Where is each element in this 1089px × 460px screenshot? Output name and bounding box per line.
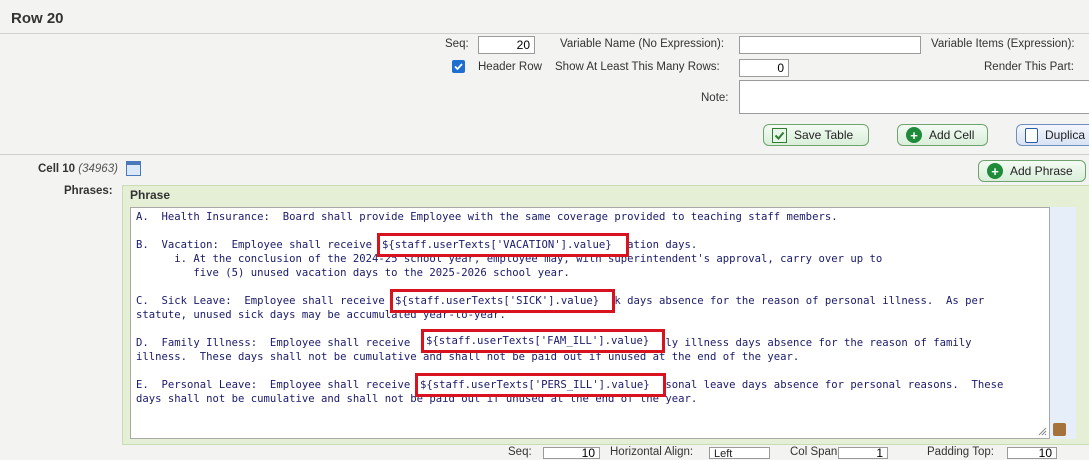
note-label: Note:: [701, 92, 729, 104]
bottom-seq-label: Seq:: [508, 446, 532, 458]
phrase-e-before: E. Personal Leave: Employee shall receiv…: [136, 379, 411, 391]
package-icon[interactable]: [1053, 423, 1066, 436]
show-rows-label: Show At Least This Many Rows:: [555, 61, 720, 73]
halign-select[interactable]: Left: [709, 447, 770, 460]
add-phrase-button[interactable]: + Add Phrase: [978, 160, 1086, 182]
seq-label: Seq:: [445, 38, 469, 50]
phrase-line-a: A. Health Insurance: Board shall provide…: [136, 211, 838, 223]
note-input[interactable]: [739, 80, 1089, 114]
section-divider: [0, 154, 1089, 155]
phrase-c-after: sick days absence for the reason of pers…: [588, 295, 985, 307]
duplicate-icon: [1025, 127, 1038, 143]
variable-items-label: Variable Items (Expression):: [931, 38, 1075, 50]
duplicate-label: Duplica: [1045, 128, 1086, 142]
phrase-c-before: C. Sick Leave: Employee shall receive: [136, 295, 385, 307]
add-cell-button[interactable]: + Add Cell: [897, 124, 988, 146]
add-phrase-label: Add Phrase: [1010, 164, 1073, 178]
show-rows-input[interactable]: [739, 59, 789, 77]
colspan-input[interactable]: [838, 447, 888, 459]
cell-label: Cell 10: [38, 163, 76, 175]
padding-top-input[interactable]: [1007, 447, 1057, 459]
header-row-label: Header Row: [478, 61, 542, 73]
phrase-e-after: personal leave days absence for personal…: [639, 379, 1004, 391]
checkmark-icon: [454, 63, 463, 71]
render-part-label: Render This Part:: [984, 61, 1074, 73]
cell-id: (34963): [78, 163, 118, 175]
highlight-vacation-var: ${staff.userTexts['VACATION'].value}: [377, 233, 629, 257]
seq-input[interactable]: [478, 36, 535, 54]
cell-title: Cell 10 (34963): [38, 163, 118, 175]
highlight-fam-ill-var: ${staff.userTexts['FAM_ILL'].value}: [421, 329, 665, 353]
save-table-label: Save Table: [794, 128, 854, 142]
phrase-d-after: family illness days absence for the reas…: [633, 337, 972, 349]
colspan-label: Col Span:: [790, 446, 841, 458]
plus-icon: +: [906, 127, 922, 143]
phrase-line-b-i2: five (5) unused vacation days to the 202…: [136, 267, 570, 279]
add-cell-label: Add Cell: [929, 128, 975, 142]
highlight-pers-ill-var: ${staff.userTexts['PERS_ILL'].value}: [415, 373, 666, 397]
variable-name-label: Variable Name (No Expression):: [560, 38, 725, 50]
calendar-icon[interactable]: [126, 161, 141, 176]
title-divider: [0, 33, 1089, 34]
phrase-column-header: Phrase: [130, 188, 171, 202]
phrase-b-before: B. Vacation: Employee shall receive: [136, 239, 372, 251]
resize-handle-icon[interactable]: [1038, 427, 1047, 436]
padding-top-label: Padding Top:: [927, 446, 994, 458]
save-table-button[interactable]: Save Table: [763, 124, 869, 146]
phrase-textarea[interactable]: A. Health Insurance: Board shall provide…: [130, 207, 1050, 439]
row-title: Row 20: [11, 10, 64, 27]
phrase-d-before: D. Family Illness: Employee shall receiv…: [136, 337, 411, 349]
highlight-sick-var: ${staff.userTexts['SICK'].value}: [390, 289, 615, 313]
header-row-checkbox[interactable]: [452, 60, 465, 73]
check-icon: [772, 127, 787, 143]
phrases-label: Phrases:: [64, 185, 113, 197]
plus-icon: +: [987, 163, 1003, 179]
halign-label: Horizontal Align:: [610, 446, 694, 458]
variable-name-input[interactable]: [739, 36, 921, 54]
duplicate-button[interactable]: Duplica: [1016, 124, 1089, 146]
bottom-seq-input[interactable]: [543, 447, 600, 459]
phrase-scroll-area[interactable]: [1050, 207, 1076, 439]
